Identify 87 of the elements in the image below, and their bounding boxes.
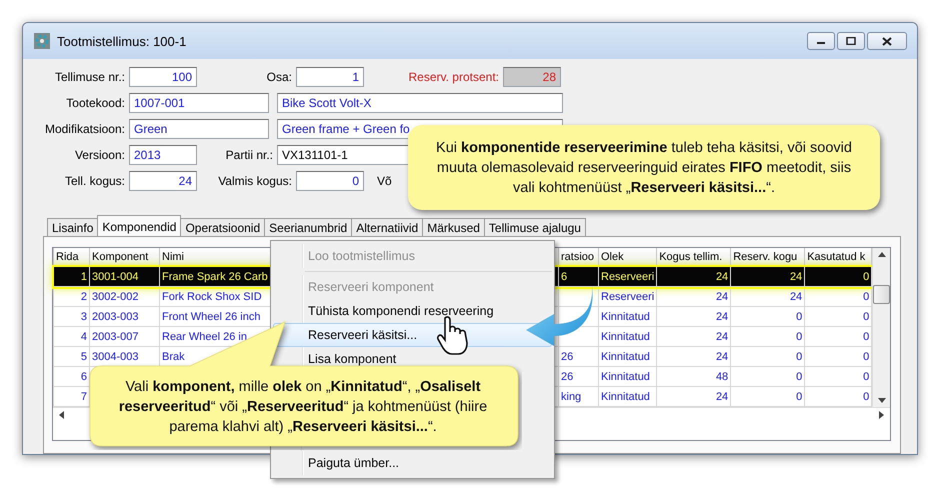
table-cell: Reserveeri	[601, 270, 654, 282]
table-cell: 0	[796, 310, 802, 322]
table-cell: 24	[790, 270, 802, 282]
table-cell: 26	[561, 370, 574, 382]
row-number-cell[interactable]: 3	[54, 306, 90, 326]
table-cell: Brak	[162, 350, 185, 362]
table-cell: Reserveeri	[601, 290, 654, 302]
table-cell: 0	[796, 370, 802, 382]
close-button[interactable]	[867, 32, 907, 50]
table-cell: 0	[863, 350, 870, 362]
field-label: Tell. kogus:	[64, 174, 126, 188]
table-cell: 0	[796, 350, 802, 362]
table-cell: 0	[796, 390, 802, 402]
table-cell: Frame Spark 26 Carb	[162, 270, 268, 282]
table-cell: 0	[863, 370, 870, 382]
row-number-cell[interactable]: 4	[54, 326, 90, 346]
tab[interactable]: Operatsioonid	[180, 218, 266, 236]
table-cell: 24	[716, 350, 728, 362]
table-cell: 0	[863, 310, 870, 322]
input-field[interactable]: 24	[129, 171, 197, 191]
table-cell: Kinnitatud	[601, 330, 650, 342]
table-cell: 24	[716, 270, 728, 282]
table-cell: 24	[716, 390, 728, 402]
input-field[interactable]: 100	[129, 67, 197, 87]
field-label: Modifikatsioon:	[44, 122, 126, 136]
scroll-left-icon[interactable]	[59, 411, 64, 419]
table-cell: 0	[863, 330, 870, 342]
table-cell: 3001-004	[92, 270, 138, 282]
field-label: Partii nr.:	[224, 148, 274, 162]
table-cell: 2003-007	[92, 330, 138, 342]
scrollbar-thumb[interactable]	[873, 285, 890, 304]
scroll-right-icon[interactable]	[879, 411, 884, 419]
table-cell: 24	[716, 310, 728, 322]
input-field[interactable]: 1007-001	[129, 93, 269, 113]
input-field[interactable]: 2013	[129, 145, 197, 165]
field-label: Võ	[377, 174, 392, 188]
table-cell: 24	[790, 290, 802, 302]
input-field[interactable]: 0	[296, 171, 364, 191]
field-label: Tootekood:	[65, 96, 126, 110]
table-cell: Front Wheel 26 inch	[162, 310, 260, 322]
close-icon	[882, 36, 892, 46]
tab[interactable]: Seerianumbrid	[264, 218, 352, 236]
field-label: Reserv. protsent:	[408, 70, 500, 84]
table-cell: 26	[561, 350, 574, 362]
vertical-scrollbar[interactable]	[872, 248, 890, 407]
table-cell: 0	[796, 330, 802, 342]
table-cell: 0	[863, 390, 870, 402]
table-cell: 0	[863, 290, 870, 302]
maximize-icon	[846, 37, 856, 45]
field-label: Versioon:	[74, 148, 126, 162]
tab[interactable]: Alternatiivid	[351, 218, 424, 236]
input-field[interactable]: 1	[296, 67, 364, 87]
table-cell: 24	[716, 330, 728, 342]
table-cell: Kinnitatud	[601, 350, 650, 362]
field-label: Valmis kogus:	[217, 174, 293, 188]
app-icon	[33, 32, 51, 50]
scroll-up-icon[interactable]	[878, 252, 886, 257]
tab[interactable]: Lisainfo	[47, 218, 98, 236]
tab[interactable]: Komponendid	[97, 215, 182, 236]
table-cell: 3004-003	[92, 350, 138, 362]
table-cell: Kinnitatud	[601, 370, 650, 382]
field-label: Tellimuse nr.:	[54, 70, 126, 84]
table-cell: Kinnitatud	[601, 310, 650, 322]
table-cell: Fork Rock Shox SID	[162, 290, 262, 302]
callout-text: Vali komponent, mille olek on „Kinnitatud“, „Osaliselt reserveeritud“ või „Reserveeritud“ ja kohtmenüüst (hiire parema klahvi alt) „Reserveeri käsitsi...“.	[118, 378, 488, 437]
table-cell: 2003-003	[92, 310, 138, 322]
table-cell: 0	[863, 270, 870, 282]
table-cell: Kinnitatud	[601, 390, 650, 402]
table-cell: 48	[716, 370, 728, 382]
tab[interactable]: Tellimuse ajalugu	[484, 218, 586, 236]
window-title: Tootmistellimus: 100-1	[57, 34, 186, 48]
row-number-cell[interactable]: 1	[54, 266, 90, 286]
curved-arrow	[526, 286, 593, 346]
minimize-button[interactable]	[807, 32, 835, 50]
tab[interactable]: Märkused	[422, 218, 485, 236]
table-cell: 6	[561, 270, 568, 282]
table-cell: 3002-002	[92, 290, 138, 302]
scroll-down-icon[interactable]	[878, 398, 886, 403]
row-number-cell[interactable]: 2	[54, 286, 90, 306]
maximize-button[interactable]	[837, 32, 865, 50]
input-field[interactable]: Bike Scott Volt-X	[277, 93, 563, 113]
table-cell: Rear Wheel 26 in	[162, 330, 247, 342]
field-label: Osa:	[266, 70, 293, 84]
table-cell: king	[561, 390, 582, 402]
table-cell: 24	[716, 290, 728, 302]
row-number-cell[interactable]: 5	[54, 346, 90, 366]
input-field[interactable]: Green	[129, 119, 269, 139]
